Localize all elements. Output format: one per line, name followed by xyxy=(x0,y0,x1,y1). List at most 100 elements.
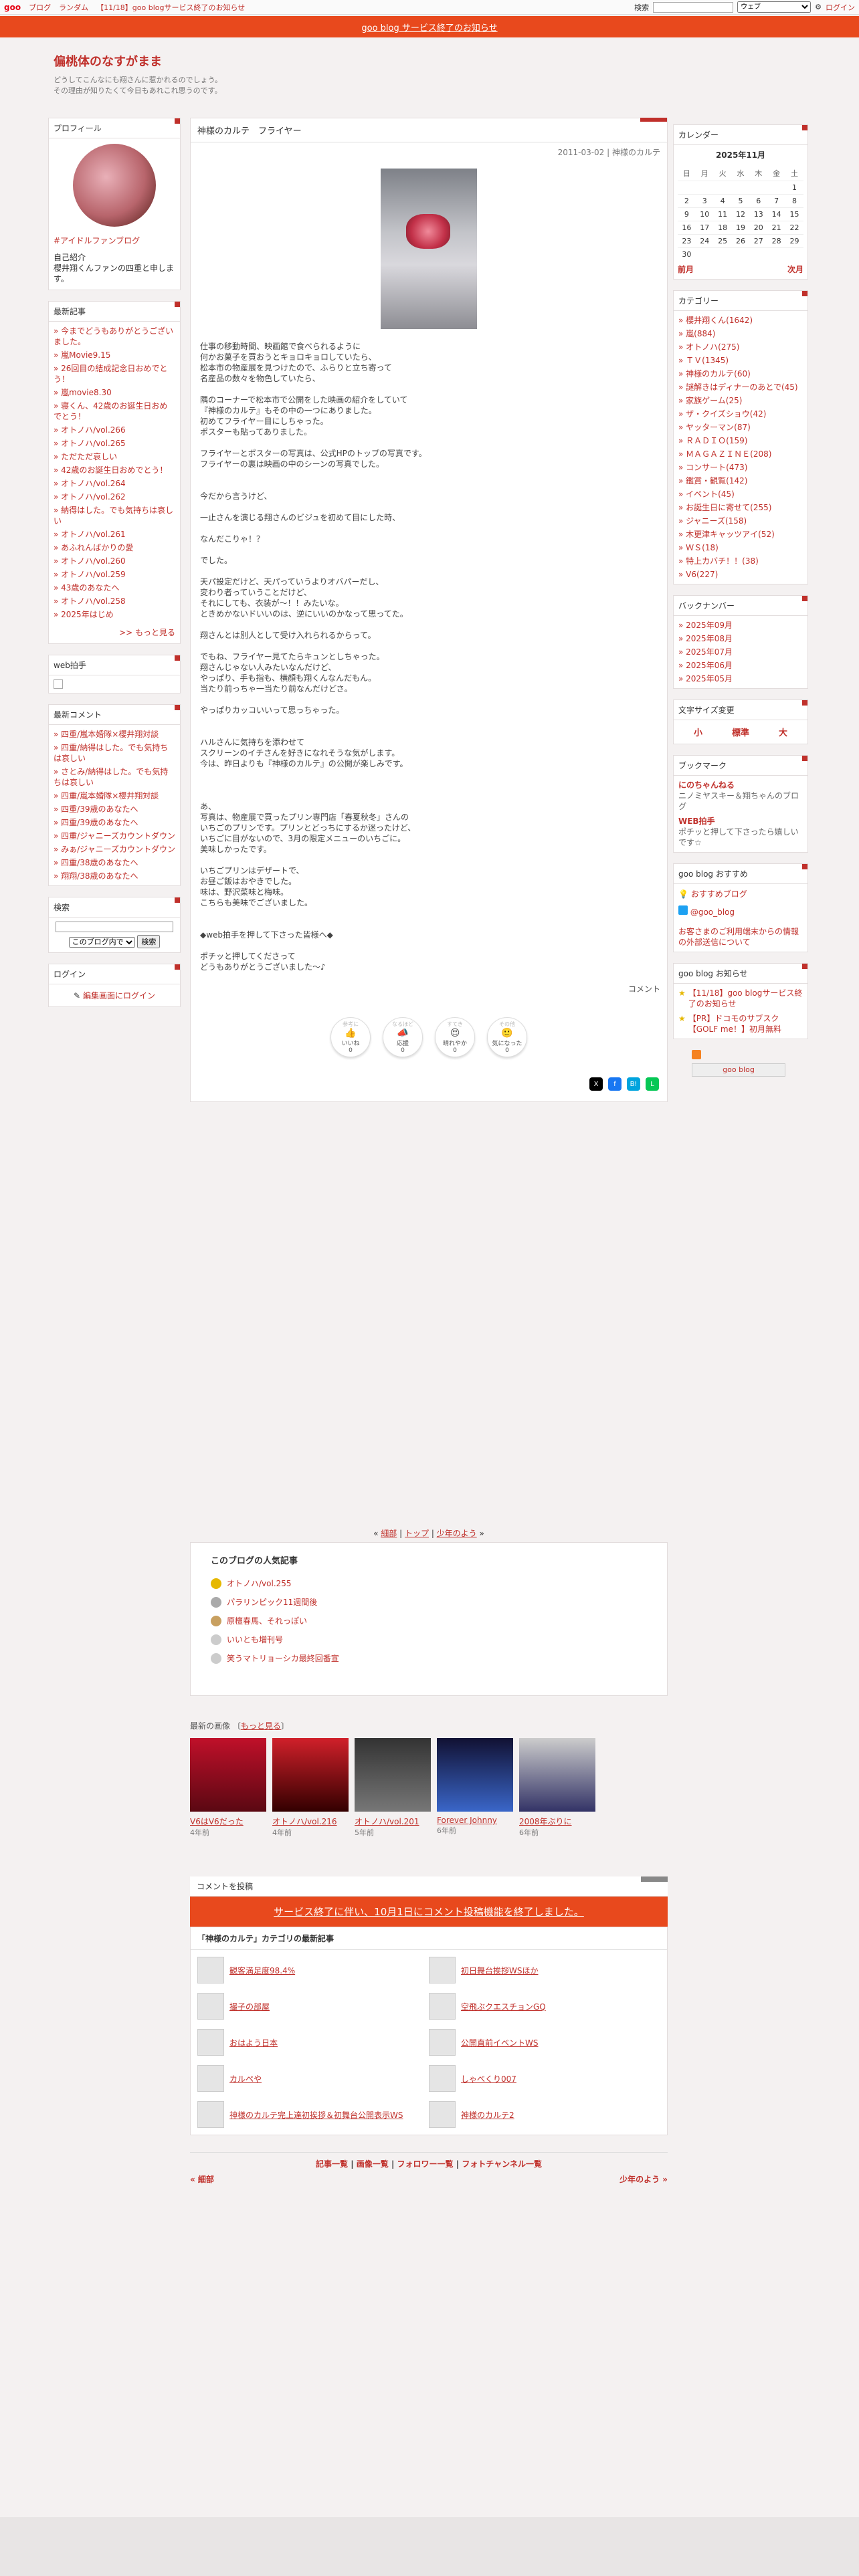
fontsize-normal[interactable]: 標準 xyxy=(732,726,749,738)
recent-image-title[interactable]: オトノハ/vol.216 xyxy=(272,1816,349,1827)
recent-image[interactable] xyxy=(190,1738,266,1812)
goo-blog-badge[interactable]: goo blog xyxy=(692,1063,785,1077)
popular-link[interactable]: オトノハ/vol.255 xyxy=(227,1578,292,1589)
entry-thumbnail[interactable] xyxy=(429,2101,456,2128)
recent-entry-link[interactable]: オトノハ/vol.265 xyxy=(54,439,126,448)
entry-thumbnail[interactable] xyxy=(429,2065,456,2092)
recent-entry-link[interactable]: 42歳のお誕生日おめでとう！ xyxy=(54,465,167,475)
backnumber-item-link[interactable]: 2025年06月 xyxy=(678,661,733,670)
recent-comment-link[interactable]: 四重/納得はした。でも気持ちは哀しい xyxy=(54,743,168,763)
category-item-link[interactable]: V6(227) xyxy=(678,570,718,579)
reaction-button[interactable]: なるほど 📣 応援 0 xyxy=(383,1017,423,1057)
service-end-banner[interactable]: goo blog サービス終了のお知らせ xyxy=(0,16,859,37)
category-item-link[interactable]: 鑑賞・観覧(142) xyxy=(678,476,747,486)
recent-entry-link[interactable]: あふれんばかりの愛 xyxy=(54,543,133,552)
entry-thumbnail[interactable] xyxy=(197,2029,224,2056)
recent-comment-link[interactable]: 四重/39歳のあなたへ xyxy=(54,818,138,827)
recent-entry-link[interactable]: オトノハ/vol.264 xyxy=(54,479,126,488)
recent-comment-link[interactable]: 四重/39歳のあなたへ xyxy=(54,804,138,814)
entry-thumbnail[interactable] xyxy=(197,1993,224,2020)
fontsize-small[interactable]: 小 xyxy=(694,726,702,738)
recent-comment-link[interactable]: さとみ/納得はした。でも気持ちは哀しい xyxy=(54,767,168,787)
goo-notice-1[interactable]: 【11/18】goo blogサービス終了のお知らせ xyxy=(688,988,803,1009)
category-item-link[interactable]: イベント(45) xyxy=(678,490,735,499)
category-item-link[interactable]: 神様のカルテ(60) xyxy=(678,369,751,379)
recent-entry-link[interactable]: 43歳のあなたへ xyxy=(54,583,119,593)
footnav-followers[interactable]: フォロワー一覧 xyxy=(397,2159,454,2169)
category-item-link[interactable]: 木更津キャッツアイ(52) xyxy=(678,530,775,539)
edit-login-link[interactable]: 編集画面にログイン xyxy=(83,991,155,1000)
recent-entry-link[interactable]: 2025年はじめ xyxy=(54,610,114,619)
global-search-input[interactable] xyxy=(653,1,734,13)
category-item-link[interactable]: 嵐(884) xyxy=(678,329,715,338)
recent-image-item[interactable]: 2008年ぶりに 6年前 xyxy=(519,1738,595,1838)
recent-entry-link[interactable]: 嵐Movie9.15 xyxy=(54,350,110,360)
entry-photo[interactable] xyxy=(381,169,477,329)
recent-entry-link[interactable]: 嵐movie8.30 xyxy=(54,388,112,397)
bookmark-2-link[interactable]: WEB拍手 xyxy=(678,817,715,826)
footnav-photochannel[interactable]: フォトチャンネル一覧 xyxy=(462,2159,542,2169)
calendar-prev[interactable]: 前月 xyxy=(678,263,694,275)
recent-image-item[interactable]: オトノハ/vol.216 4年前 xyxy=(272,1738,349,1838)
entry-thumbnail[interactable] xyxy=(429,1957,456,1983)
calendar-next[interactable]: 次月 xyxy=(787,263,803,275)
category-latest-link[interactable]: 神様のカルテ2 xyxy=(461,2109,514,2121)
topbar-link-random[interactable]: ランダム xyxy=(59,2,88,13)
entry-meta[interactable]: 2011-03-02 | 神様のカルテ xyxy=(191,142,667,162)
category-latest-link[interactable]: 神様のカルテ完上達初挨拶＆初舞台公開表示WS xyxy=(229,2109,403,2121)
recent-image[interactable] xyxy=(519,1738,595,1812)
category-latest-link[interactable]: しゃべくり007 xyxy=(461,2073,516,2084)
nav-top[interactable]: トップ xyxy=(405,1529,429,1538)
backnumber-item-link[interactable]: 2025年07月 xyxy=(678,647,733,657)
category-latest-link[interactable]: 空飛ぶクエスチョンGQ xyxy=(461,2001,546,2012)
blog-search-input[interactable] xyxy=(56,922,173,932)
recent-image-title[interactable]: V6はV6だった xyxy=(190,1816,266,1827)
category-item-link[interactable]: ＷＳ(18) xyxy=(678,543,719,552)
reaction-button[interactable]: その他 🙂 気になった 0 xyxy=(487,1017,527,1057)
category-item-link[interactable]: 謎解きはディナーのあとで(45) xyxy=(678,383,798,392)
recent-images-more[interactable]: もっと見る xyxy=(241,1721,281,1731)
rss-icon[interactable] xyxy=(692,1050,701,1059)
popular-link[interactable]: いいとも増刊号 xyxy=(227,1634,283,1645)
webclap-image-icon[interactable] xyxy=(54,679,63,689)
recent-image[interactable] xyxy=(437,1738,513,1812)
recent-comment-link[interactable]: 四重/嵐本婚隊×櫻井翔対談 xyxy=(54,791,159,800)
category-item-link[interactable]: 櫻井翔くん(1642) xyxy=(678,316,753,325)
popular-link[interactable]: 笑うマトリョーシカ最終回番宣 xyxy=(227,1653,339,1664)
category-item-link[interactable]: オトノハ(275) xyxy=(678,342,739,352)
recent-image-item[interactable]: オトノハ/vol.201 5年前 xyxy=(355,1738,431,1838)
recent-entry-link[interactable]: オトノハ/vol.261 xyxy=(54,530,126,539)
category-item-link[interactable]: ヤッターマン(87) xyxy=(678,423,751,432)
category-latest-link[interactable]: おはよう日本 xyxy=(229,2037,278,2048)
recent-comment-link[interactable]: 四重/嵐本婚隊×櫻井翔対談 xyxy=(54,730,159,739)
recent-comment-link[interactable]: 翔翔/38歳のあなたへ xyxy=(54,871,138,881)
topbar-link-notice[interactable]: 【11/18】goo blogサービス終了のお知らせ xyxy=(96,2,245,13)
entry-thumbnail[interactable] xyxy=(197,1957,224,1983)
more-entries-link[interactable]: >> もっと見る xyxy=(119,628,175,637)
reaction-button[interactable]: すてき 😍 晴れやか 0 xyxy=(435,1017,475,1057)
profile-link[interactable]: #アイドルファンブログ xyxy=(54,236,140,245)
entry-thumbnail[interactable] xyxy=(429,1993,456,2020)
goo-logo[interactable]: goo xyxy=(4,3,21,12)
recent-image-title[interactable]: Forever Johnny xyxy=(437,1816,513,1825)
line-share-icon[interactable]: L xyxy=(646,1077,659,1091)
recent-entry-link[interactable]: 寝くん、42歳のお誕生日おめでとう！ xyxy=(54,401,167,421)
recent-entry-link[interactable]: オトノハ/vol.260 xyxy=(54,556,126,566)
recent-image-item[interactable]: V6はV6だった 4年前 xyxy=(190,1738,266,1838)
topbar-link-blog[interactable]: ブログ xyxy=(29,2,51,13)
prev-entry-link[interactable]: « 細部 xyxy=(190,2173,214,2185)
category-item-link[interactable]: 家族ゲーム(25) xyxy=(678,396,742,405)
recent-comment-link[interactable]: 四重/38歳のあなたへ xyxy=(54,858,138,867)
recommend-blog-link[interactable]: おすすめブログ xyxy=(691,889,747,899)
recent-entry-link[interactable]: 今までどうもありがとうございました。 xyxy=(54,326,173,346)
footnav-entries[interactable]: 記事一覧 xyxy=(316,2159,348,2169)
backnumber-item-link[interactable]: 2025年09月 xyxy=(678,621,733,630)
login-link[interactable]: ログイン xyxy=(826,2,855,13)
backnumber-item-link[interactable]: 2025年08月 xyxy=(678,634,733,643)
recent-image-title[interactable]: オトノハ/vol.201 xyxy=(355,1816,431,1827)
search-scope-select[interactable]: ウェブ xyxy=(737,1,812,13)
blog-title[interactable]: 偏桃体のなすがまま xyxy=(54,52,803,70)
category-item-link[interactable]: コンサート(473) xyxy=(678,463,747,472)
next-entry-link[interactable]: 少年のよう » xyxy=(619,2173,668,2185)
footnav-images[interactable]: 画像一覧 xyxy=(357,2159,389,2169)
